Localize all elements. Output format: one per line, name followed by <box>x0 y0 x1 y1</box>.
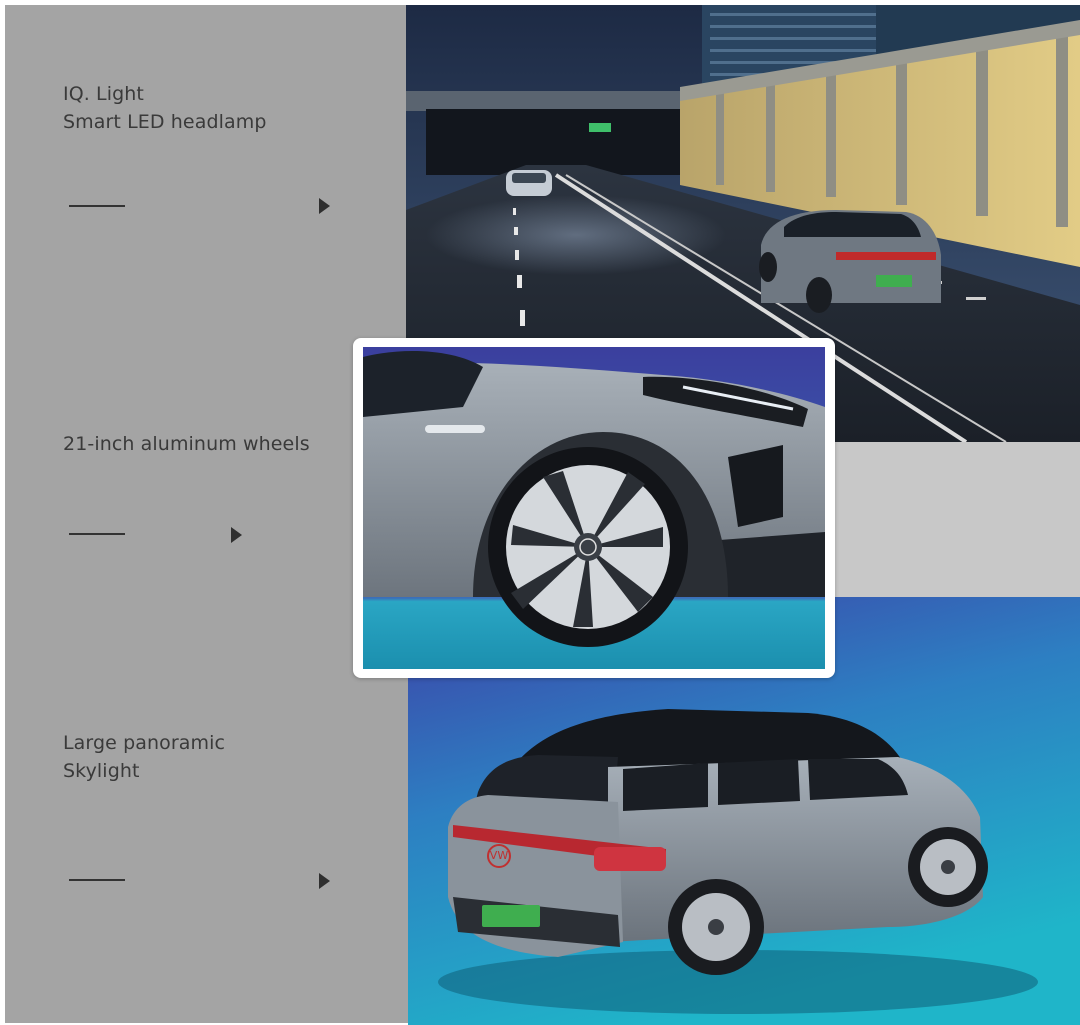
feature-skylight-line-1: Large panoramic <box>63 732 226 754</box>
background-spacer <box>830 442 1080 597</box>
license-plate <box>482 905 540 927</box>
play-arrow-icon[interactable] <box>319 873 330 889</box>
wheel-closeup-photo <box>363 347 825 669</box>
feature-wheels-text: 21-inch aluminum wheels <box>63 430 310 458</box>
feature-skylight-text: Large panoramic Skylight <box>63 729 225 785</box>
feature-skylight-line-2: Skylight <box>63 760 140 782</box>
feature-headlamp-text: IQ. Light Smart LED headlamp <box>63 80 267 136</box>
feature-headlamp-line-2: Smart LED headlamp <box>63 111 267 133</box>
feature-headlamp-line-1: IQ. Light <box>63 83 144 105</box>
dash-line-icon <box>69 205 125 207</box>
wheel-closeup-card <box>353 338 835 678</box>
play-arrow-icon[interactable] <box>319 198 330 214</box>
play-arrow-icon[interactable] <box>231 527 242 543</box>
vw-logo-icon: VW <box>487 844 511 868</box>
dash-line-icon <box>69 533 125 535</box>
feature-list-panel <box>5 5 408 1023</box>
dash-line-icon <box>69 879 125 881</box>
feature-wheels-line-1: 21-inch aluminum wheels <box>63 433 310 455</box>
feature-showcase-page: IQ. Light Smart LED headlamp 21-inch alu… <box>0 0 1080 1025</box>
